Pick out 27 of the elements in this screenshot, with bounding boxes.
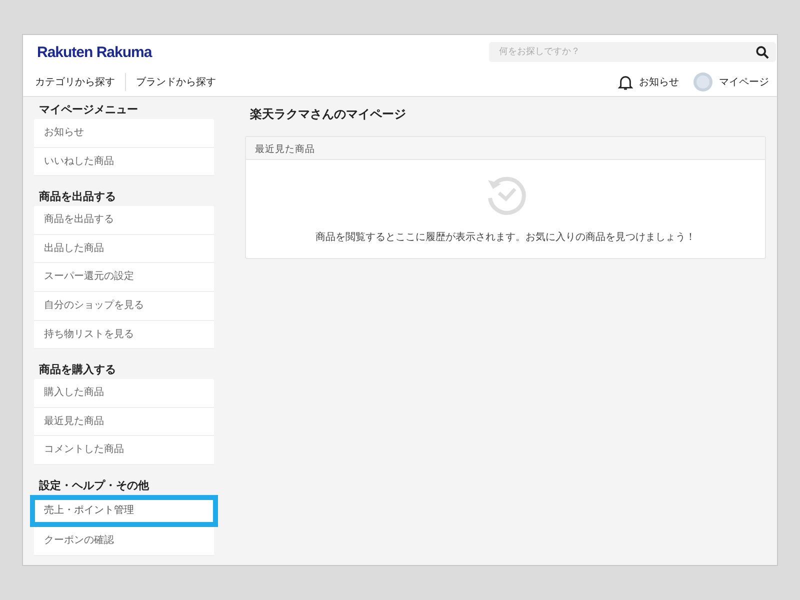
menu-item[interactable]: 持ち物リストを見る <box>34 320 214 350</box>
panel-title: 最近見た商品 <box>255 144 315 155</box>
menu-item[interactable]: 出品した商品 <box>34 234 214 264</box>
menu-item[interactable]: 商品を出品する <box>34 206 214 235</box>
menu-item[interactable]: クーポンの確認 <box>34 526 214 556</box>
empty-message: 商品を閲覧するとここに履歴が表示されます。お気に入りの商品を見つけましょう！ <box>316 230 696 244</box>
search-field[interactable]: 何をお探しですか？ <box>489 42 776 62</box>
menu-item[interactable]: 購入した商品 <box>34 379 214 408</box>
search-icon[interactable] <box>756 46 769 58</box>
menu-item[interactable]: 最近見た商品 <box>34 408 214 436</box>
section-heading: 設定・ヘルプ・その他 <box>38 478 150 494</box>
mypage-link[interactable]: マイページ <box>719 75 769 89</box>
nav-link[interactable]: ブランドから探す <box>136 75 216 89</box>
menu-item[interactable]: いいねした商品 <box>34 148 214 176</box>
nav-link[interactable]: カテゴリから探す <box>35 75 115 89</box>
menu-item[interactable]: コメントした商品 <box>34 436 214 465</box>
notifications-link[interactable]: お知らせ <box>639 75 679 89</box>
bell-icon[interactable] <box>618 74 633 90</box>
section-heading: マイページメニュー <box>38 102 139 118</box>
section-heading: 商品を出品する <box>38 189 117 206</box>
menu-item[interactable]: スーパー還元の設定 <box>34 263 214 292</box>
menu-item[interactable]: お知らせ <box>34 119 214 148</box>
menu-item[interactable]: 自分のショップを見る <box>34 292 214 321</box>
menu-item[interactable]: 売上・ポイント管理 <box>30 494 218 527</box>
logo[interactable]: Rakuten Rakuma <box>37 44 152 60</box>
page-title: 楽天ラクマさんのマイページ <box>249 106 407 123</box>
section-heading: 商品を購入する <box>38 362 117 378</box>
